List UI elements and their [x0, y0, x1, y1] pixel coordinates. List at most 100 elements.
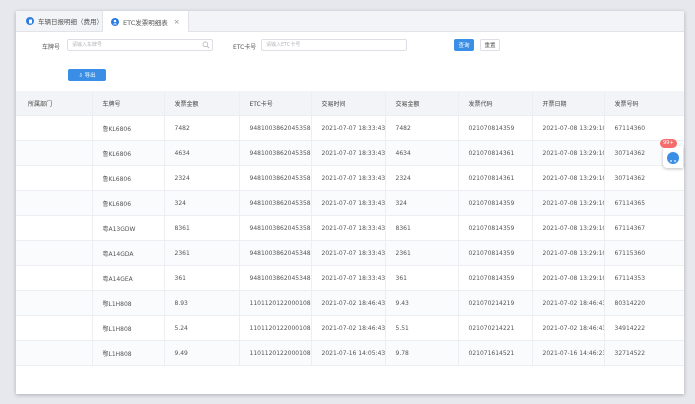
col-department[interactable]: 所属部门 [16, 91, 93, 116]
table-row[interactable]: 鄂L1H8085.24110112012200010865472021-07-0… [16, 315, 684, 341]
cell-department [16, 265, 93, 291]
cell-invoice-amount: 4634 [164, 140, 240, 166]
cell-trade-time: 2021-07-02 18:46:43 [311, 290, 386, 316]
cell-issue-date: 2021-07-08 13:29:10 [532, 140, 605, 166]
cell-issue-date: 2021-07-16 14:46:23 [532, 340, 605, 366]
cell-invoice-code: 021071614521 [458, 340, 533, 366]
cell-plate: 鲁KL6806 [92, 190, 165, 216]
col-plate[interactable]: 车牌号 [92, 91, 165, 116]
cell-invoice-amount: 361 [164, 265, 240, 291]
tab-etc-invoice[interactable]: ETC发票明细表 × [102, 11, 189, 32]
cell-trade-time: 2021-07-07 18:33:43 [311, 140, 386, 166]
cell-plate: 鄂L1H808 [92, 315, 165, 341]
tab-bar: 车辆日报明细（费用） ETC发票明细表 × [16, 11, 684, 32]
cell-invoice-code: 021070214221 [458, 315, 533, 341]
table-row[interactable]: 鲁KL680674829481003862045358395(2021-07-0… [16, 115, 684, 141]
cell-trade-amount: 4634 [385, 140, 459, 166]
cell-etc-card: 9481003862045358395( [239, 165, 312, 191]
cell-department [16, 140, 93, 166]
cell-trade-amount: 9.43 [385, 290, 459, 316]
close-icon[interactable]: × [174, 18, 180, 26]
cell-plate: 鄂L1H808 [92, 340, 165, 366]
cell-issue-date: 2021-07-08 13:29:10 [532, 190, 605, 216]
table-row[interactable]: 鲁KL680646349481003862045358395(2021-07-0… [16, 140, 684, 166]
tab-label: 车辆日报明细（费用） [38, 18, 103, 26]
cell-trade-time: 2021-07-07 18:33:43 [311, 265, 386, 291]
tab-vehicle-daily[interactable]: 车辆日报明细（费用） [26, 11, 103, 31]
table-row[interactable]: 鲁KL680623249481003862045358395(2021-07-0… [16, 165, 684, 191]
cell-invoice-code: 021070814359 [458, 240, 533, 266]
cell-issue-date: 2021-07-02 18:46:43 [532, 290, 605, 316]
notification-badge: 99+ [660, 139, 677, 148]
cell-trade-time: 2021-07-02 18:46:43 [311, 315, 386, 341]
cell-invoice-code: 021070814361 [458, 140, 533, 166]
app-window: 车辆日报明细（费用） ETC发票明细表 × 车牌号 请输入车牌号 ETC卡号 请… [16, 11, 684, 394]
cell-invoice-amount: 8361 [164, 215, 240, 241]
col-etc-card[interactable]: ETC卡号 [239, 91, 312, 116]
cell-etc-card: 11011201220001086547 [239, 340, 312, 366]
cell-etc-card: 9481003862045358395( [239, 190, 312, 216]
table-row[interactable]: 鄂L1H8089.49110112012200010865472021-07-1… [16, 340, 684, 366]
cell-invoice-amount: 9.49 [164, 340, 240, 366]
cell-plate: 鄂L1H808 [92, 290, 165, 316]
cell-plate: 粤A14GDA [92, 240, 165, 266]
cell-etc-card: 9481003862045348233( [239, 265, 312, 291]
etc-input[interactable]: 请输入ETC卡号 [261, 39, 407, 51]
cell-plate: 鲁KL6806 [92, 115, 165, 141]
cell-invoice-number: 67114365 [604, 190, 684, 216]
cell-invoice-number: 67115360 [604, 240, 684, 266]
table-header-row: 所属部门 车牌号 发票金额 ETC卡号 交易时间 交易金额 发票代码 开票日期 … [16, 91, 684, 116]
cell-department [16, 190, 93, 216]
cell-etc-card: 9481003862045358395( [239, 140, 312, 166]
cell-plate: 粤A14GEA [92, 265, 165, 291]
cell-invoice-code: 021070814359 [458, 115, 533, 141]
table-row[interactable]: 粤A14GEA3619481003862045348233(2021-07-07… [16, 265, 684, 291]
table-row[interactable]: 粤A13GDW83619481003862045358214(2021-07-0… [16, 215, 684, 241]
export-button[interactable]: ⇩ 导出 [68, 69, 106, 81]
cell-trade-amount: 9.78 [385, 340, 459, 366]
cell-issue-date: 2021-07-08 13:29:10 [532, 165, 605, 191]
cell-trade-time: 2021-07-16 14:05:43 [311, 340, 386, 366]
cell-trade-amount: 5.51 [385, 315, 459, 341]
cell-trade-amount: 324 [385, 190, 459, 216]
col-issue-date[interactable]: 开票日期 [532, 91, 605, 116]
cell-invoice-amount: 2324 [164, 165, 240, 191]
col-invoice-number[interactable]: 发票号码 [604, 91, 684, 116]
cell-invoice-number: 34914222 [604, 315, 684, 341]
cell-department [16, 290, 93, 316]
plate-input[interactable]: 请输入车牌号 [67, 39, 213, 51]
tab-label: ETC发票明细表 [123, 18, 168, 27]
col-invoice-amount[interactable]: 发票金额 [164, 91, 240, 116]
cell-issue-date: 2021-07-08 13:29:10 [532, 115, 605, 141]
query-button[interactable]: 查询 [454, 39, 474, 51]
cell-trade-time: 2021-07-07 18:33:43 [311, 115, 386, 141]
cell-plate: 粤A13GDW [92, 215, 165, 241]
cell-invoice-amount: 7482 [164, 115, 240, 141]
cell-invoice-number: 67114367 [604, 215, 684, 241]
col-trade-amount[interactable]: 交易金额 [385, 91, 459, 116]
col-invoice-code[interactable]: 发票代码 [458, 91, 533, 116]
cell-department [16, 115, 93, 141]
cell-etc-card: 11011201220001086547 [239, 315, 312, 341]
plate-placeholder: 请输入车牌号 [72, 42, 103, 48]
search-icon [202, 41, 210, 49]
cell-trade-amount: 361 [385, 265, 459, 291]
cell-invoice-number: 80314220 [604, 290, 684, 316]
cell-department [16, 340, 93, 366]
chat-widget[interactable] [663, 146, 683, 168]
cell-issue-date: 2021-07-02 18:46:43 [532, 315, 605, 341]
table-row[interactable]: 鲁KL68063249481003862045358395(2021-07-07… [16, 190, 684, 216]
cell-trade-amount: 7482 [385, 115, 459, 141]
table-row[interactable]: 粤A14GDA23619481003862045348233(2021-07-0… [16, 240, 684, 266]
reset-button[interactable]: 重置 [480, 39, 500, 51]
col-trade-time[interactable]: 交易时间 [311, 91, 386, 116]
cell-department [16, 165, 93, 191]
cell-trade-amount: 2361 [385, 240, 459, 266]
cell-invoice-amount: 5.24 [164, 315, 240, 341]
cell-invoice-code: 021070814359 [458, 190, 533, 216]
page-icon [26, 17, 34, 25]
cell-trade-time: 2021-07-07 18:33:43 [311, 165, 386, 191]
cell-invoice-amount: 8.93 [164, 290, 240, 316]
cell-plate: 鲁KL6806 [92, 140, 165, 166]
table-row[interactable]: 鄂L1H8088.93110112012200010865472021-07-0… [16, 290, 684, 316]
